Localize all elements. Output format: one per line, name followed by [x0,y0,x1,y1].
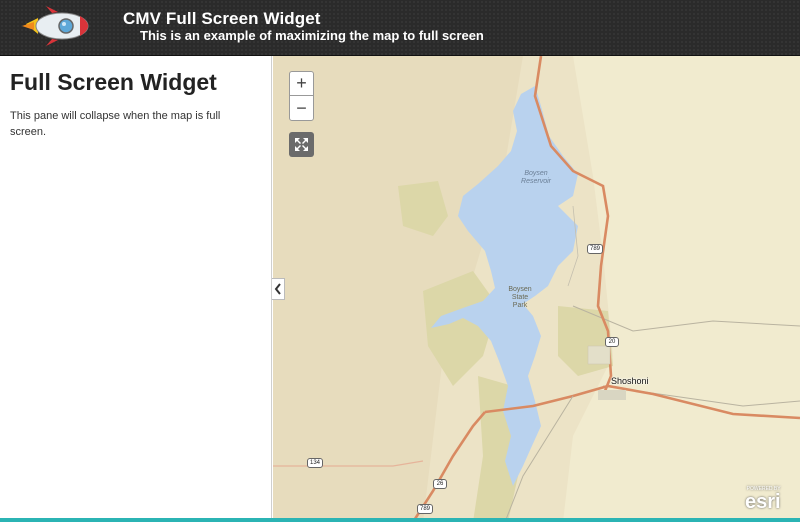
bottom-accent-bar [0,518,800,522]
app-title: CMV Full Screen Widget [123,9,321,28]
basemap [273,56,800,522]
esri-brand: esri [745,491,781,513]
town-label: Shoshoni [611,376,649,386]
route-shield: 134 [307,458,324,468]
zoom-in-button[interactable]: + [290,72,313,96]
route-shield: 789 [417,504,434,514]
route-shield: 789 [587,244,604,254]
app-subtitle: This is an example of maximizing the map… [140,28,484,43]
park-label: Boysen State Park [508,286,532,309]
left-pane: Full Screen Widget This pane will collap… [0,56,272,522]
chevron-left-icon [274,283,281,295]
route-shield: 26 [433,479,447,489]
reservoir-label: Boysen Reservoir [521,170,551,185]
expand-icon [295,138,308,151]
app-header: CMV Full Screen Widget This is an exampl… [0,0,800,56]
fullscreen-button[interactable] [289,132,314,157]
pane-title: Full Screen Widget [10,69,217,95]
zoom-out-button[interactable]: − [290,96,313,120]
zoom-control: + − [289,71,314,121]
esri-logo[interactable]: POWERED BY esri [745,486,781,513]
map-view[interactable]: Boysen Reservoir Boysen State Park Shosh… [273,56,800,522]
collapse-pane-button[interactable] [272,278,285,300]
route-shield: 20 [605,337,619,347]
pane-description: This pane will collapse when the map is … [10,110,221,138]
rocket-icon [22,6,89,46]
